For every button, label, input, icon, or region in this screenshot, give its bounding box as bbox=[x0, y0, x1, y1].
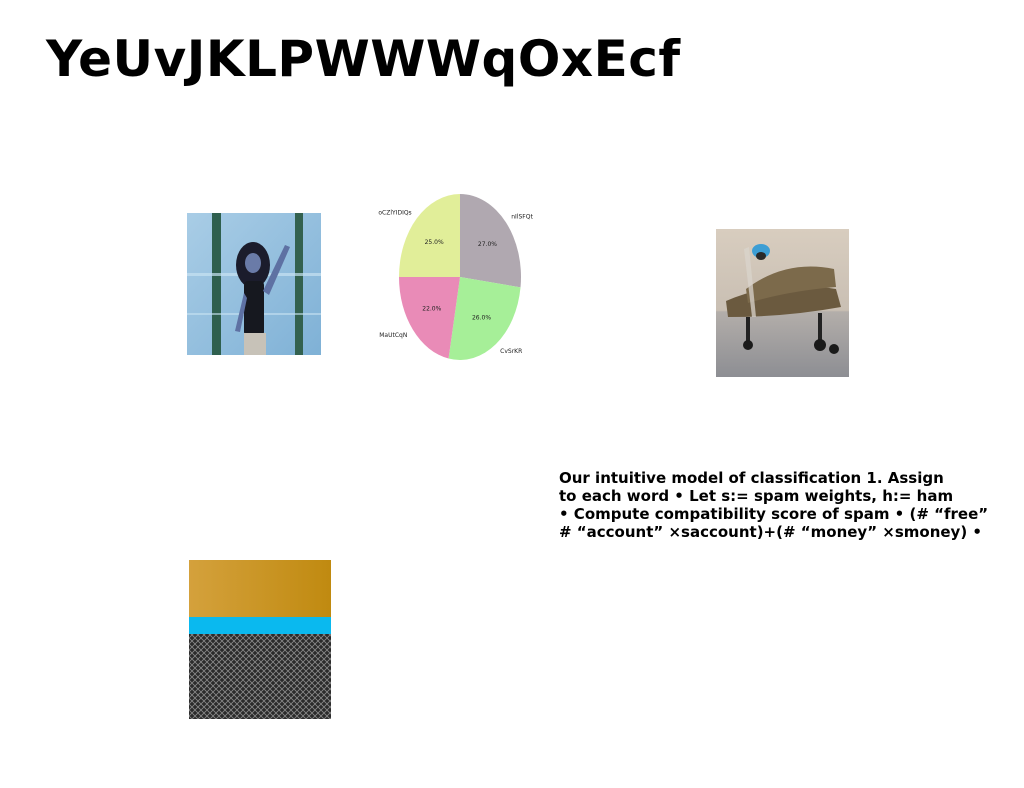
body-text-line: • Compute compatibility score of spam • … bbox=[559, 505, 989, 523]
body-text-line: Our intuitive model of classification 1.… bbox=[559, 469, 944, 487]
texture-photo bbox=[189, 560, 331, 719]
pie-chart: 27.0% nIlSFQt 26.0% CvSrKR 22.0% MaUtCqN 25.0%… bbox=[370, 190, 550, 370]
pie-percent-label: 22.0% bbox=[422, 306, 441, 313]
pie-percent-label: 25.0% bbox=[425, 239, 444, 246]
airplane-photo bbox=[716, 229, 849, 377]
pie-category-label: nIlSFQt bbox=[511, 214, 533, 221]
body-text-line: # “account” ×saccount)+(# “money” ×smone… bbox=[559, 523, 983, 541]
pie-category-label: MaUtCqN bbox=[379, 332, 407, 339]
body-text: Our intuitive model of classification 1.… bbox=[559, 469, 1019, 541]
body-text-line: to each word • Let s:= spam weights, h:=… bbox=[559, 487, 954, 505]
woman-photo bbox=[187, 213, 321, 355]
pie-category-label: oCZlYIDIQs bbox=[378, 209, 411, 216]
pie-percent-label: 26.0% bbox=[472, 314, 491, 321]
slide-title: YeUvJKLPWWWqOxEcf bbox=[46, 30, 681, 88]
pie-category-label: CvSrKR bbox=[500, 348, 522, 355]
pie-slice bbox=[399, 194, 460, 277]
pie-percent-label: 27.0% bbox=[478, 241, 497, 248]
